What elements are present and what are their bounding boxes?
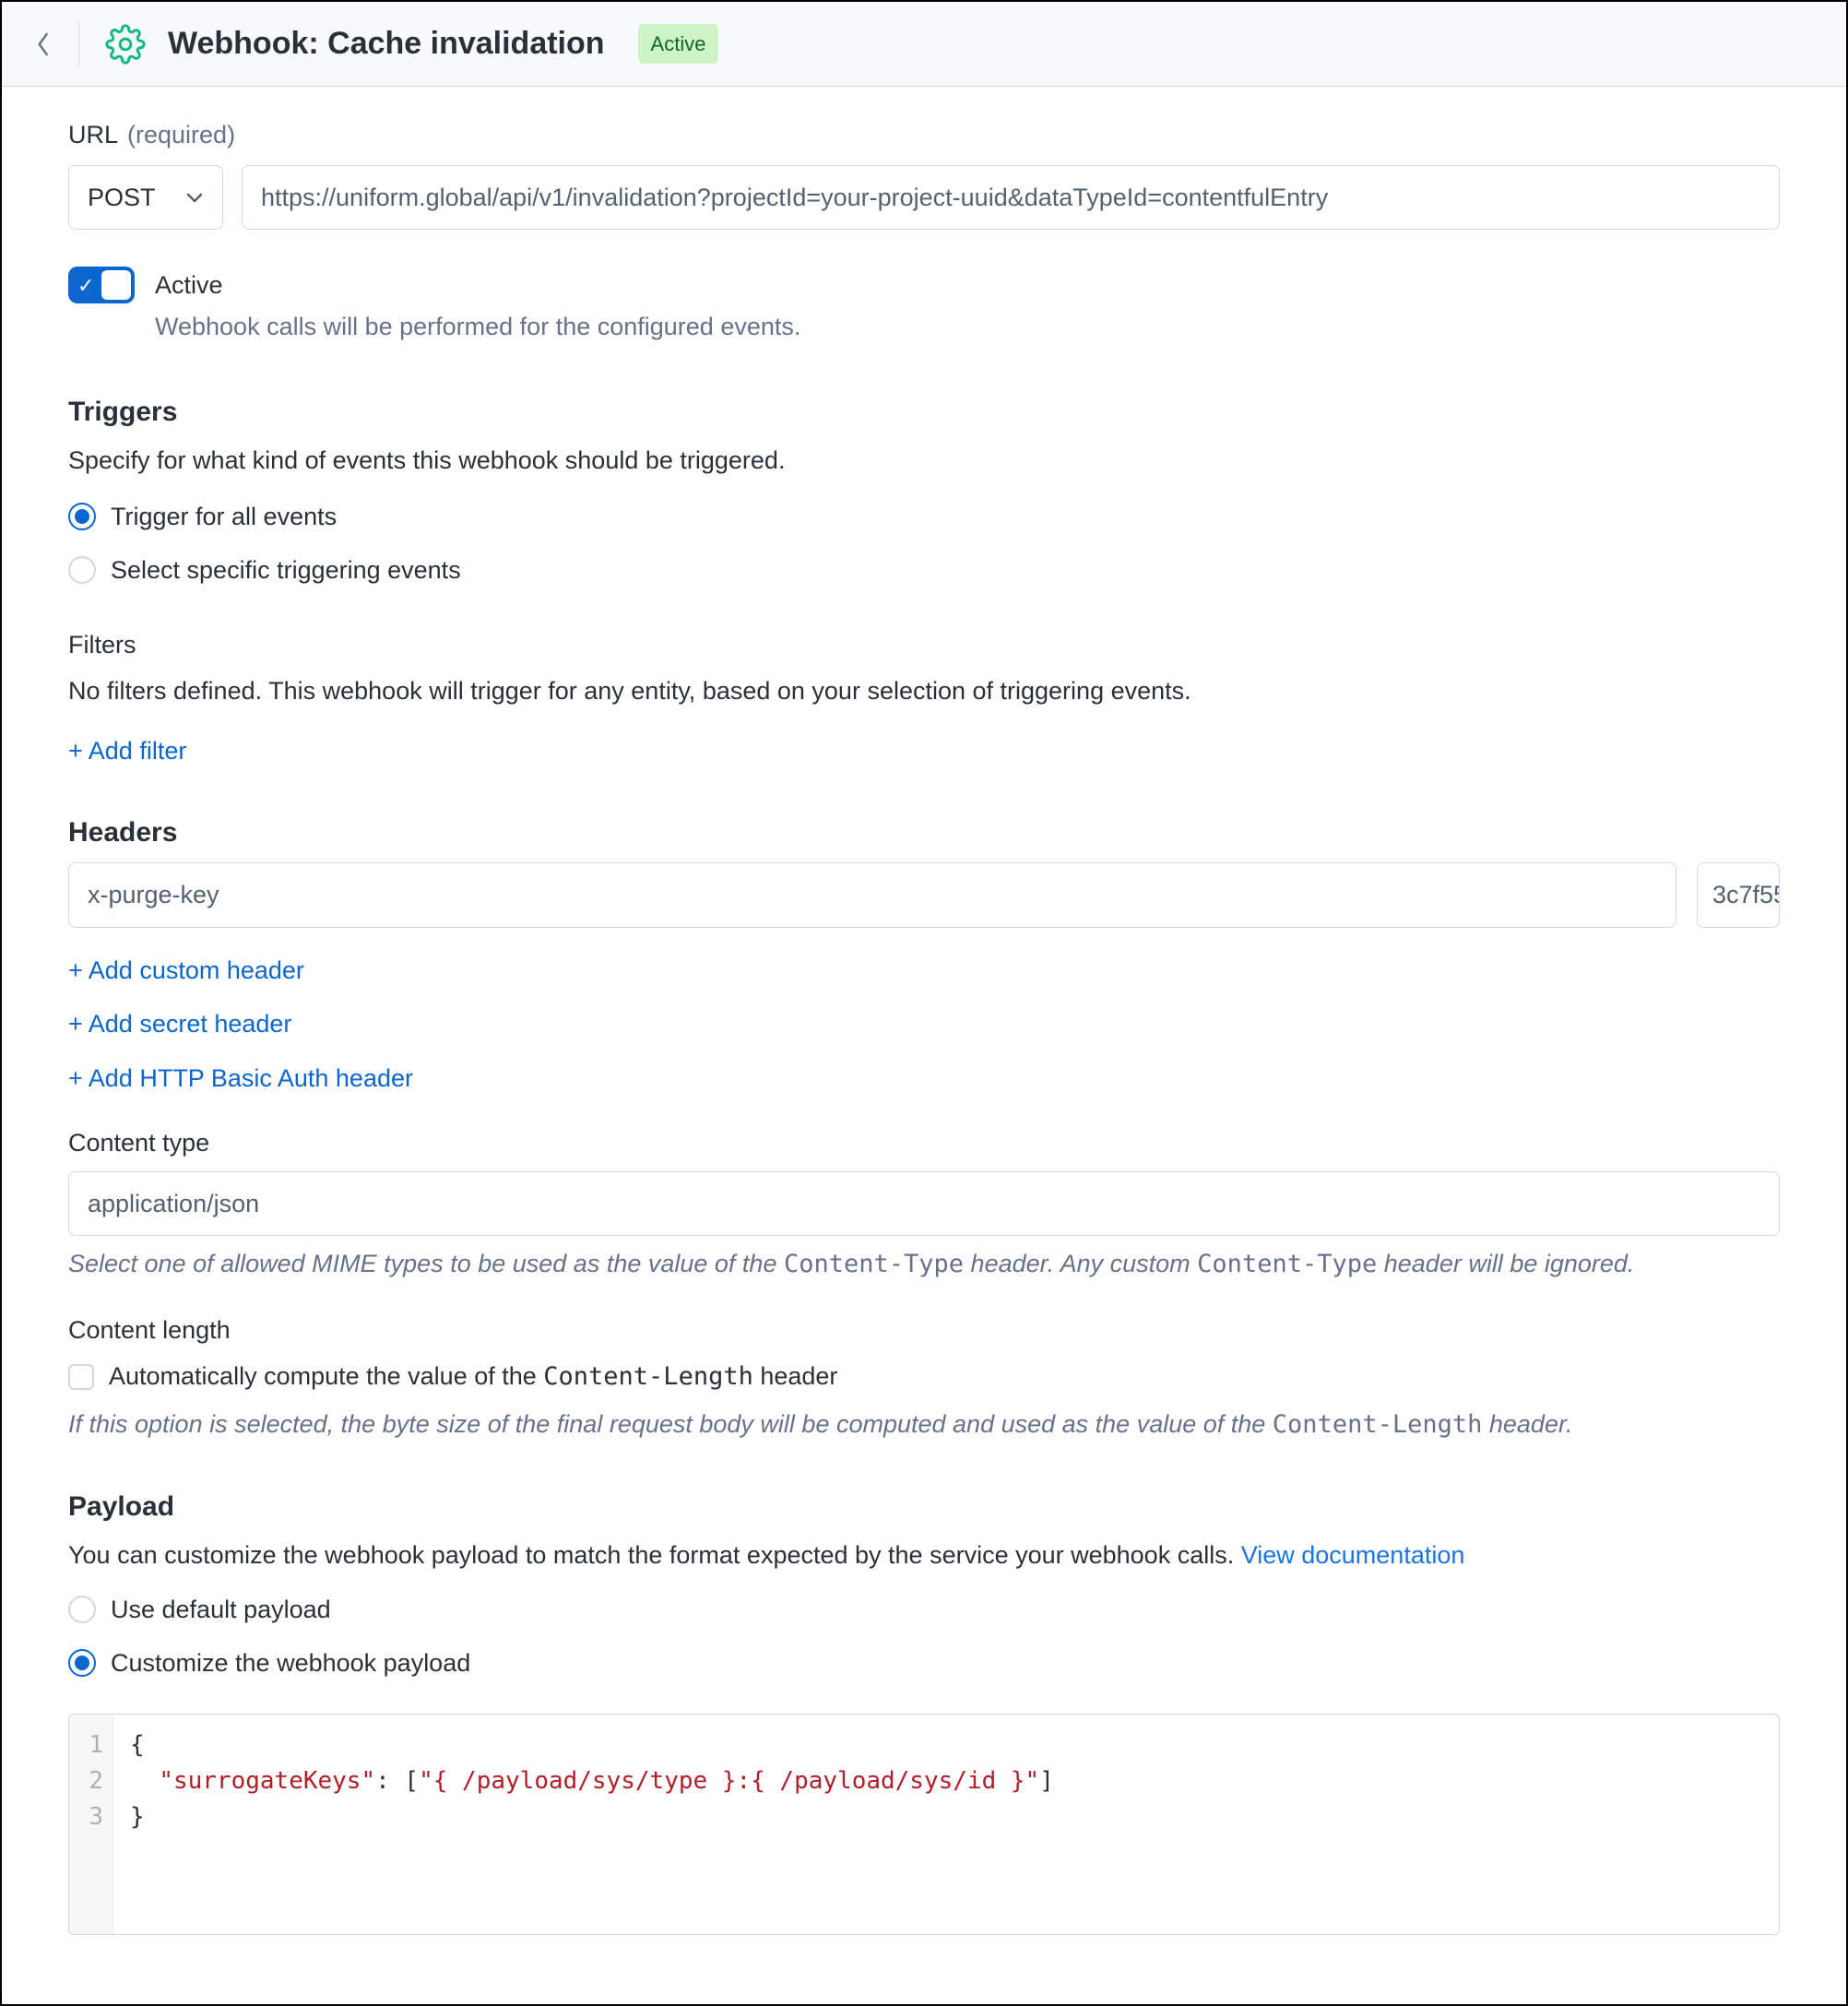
- gear-icon: [105, 24, 146, 65]
- code-gutter: 123: [69, 1715, 113, 1934]
- filters-heading: Filters: [68, 626, 1780, 664]
- active-label: Active: [155, 267, 800, 304]
- http-method-value: POST: [88, 179, 156, 217]
- page-title: Webhook: Cache invalidation: [168, 20, 605, 67]
- active-toggle[interactable]: ✓: [68, 267, 135, 303]
- checkbox-icon: [68, 1364, 94, 1390]
- radio-icon: [68, 556, 96, 584]
- content-type-label: Content type: [68, 1124, 1780, 1162]
- payload-custom-radio[interactable]: Customize the webhook payload: [68, 1644, 1780, 1682]
- check-icon: ✓: [77, 270, 94, 301]
- trigger-specific-label: Select specific triggering events: [111, 552, 461, 589]
- content-length-checkbox[interactable]: Automatically compute the value of the C…: [68, 1358, 1780, 1396]
- url-label: URL: [68, 116, 118, 154]
- content-type-select[interactable]: application/json: [68, 1171, 1780, 1237]
- radio-icon: [68, 1596, 96, 1623]
- payload-default-label: Use default payload: [111, 1591, 331, 1629]
- active-help: Webhook calls will be performed for the …: [155, 308, 800, 346]
- payload-heading: Payload: [68, 1486, 1780, 1527]
- payload-custom-label: Customize the webhook payload: [111, 1644, 470, 1682]
- header-value-input[interactable]: 3c7f55: [1697, 862, 1780, 928]
- add-secret-header-link[interactable]: + Add secret header: [68, 1005, 1780, 1043]
- triggers-heading: Triggers: [68, 391, 1780, 433]
- view-documentation-link[interactable]: View documentation: [1241, 1541, 1465, 1569]
- triggers-subheading: Specify for what kind of events this web…: [68, 442, 1780, 480]
- payload-default-radio[interactable]: Use default payload: [68, 1591, 1780, 1629]
- chevron-left-icon: [35, 28, 53, 61]
- add-basic-auth-header-link[interactable]: + Add HTTP Basic Auth header: [68, 1060, 1780, 1098]
- payload-desc: You can customize the webhook payload to…: [68, 1537, 1780, 1574]
- content-length-help: If this option is selected, the byte siz…: [68, 1406, 1780, 1444]
- headers-heading: Headers: [68, 812, 1780, 853]
- add-filter-link[interactable]: + Add filter: [68, 732, 1780, 770]
- payload-code-editor[interactable]: 123 { "surrogateKeys": ["{ /payload/sys/…: [68, 1714, 1780, 1935]
- status-badge: Active: [638, 24, 719, 64]
- back-button[interactable]: [35, 22, 79, 66]
- filters-message: No filters defined. This webhook will tr…: [68, 672, 1780, 710]
- header-key-input[interactable]: x-purge-key: [68, 862, 1676, 928]
- content-length-label: Content length: [68, 1312, 1780, 1349]
- content-type-help: Select one of allowed MIME types to be u…: [68, 1245, 1780, 1284]
- code-body: { "surrogateKeys": ["{ /payload/sys/type…: [113, 1715, 1071, 1934]
- url-input[interactable]: https://uniform.global/api/v1/invalidati…: [242, 165, 1780, 231]
- chevron-down-icon: [185, 191, 204, 204]
- url-required: (required): [127, 116, 235, 154]
- trigger-all-label: Trigger for all events: [111, 498, 337, 536]
- add-custom-header-link[interactable]: + Add custom header: [68, 952, 1780, 990]
- radio-icon: [68, 1649, 96, 1677]
- trigger-all-radio[interactable]: Trigger for all events: [68, 498, 1780, 536]
- http-method-select[interactable]: POST: [68, 165, 223, 231]
- trigger-specific-radio[interactable]: Select specific triggering events: [68, 552, 1780, 589]
- radio-icon: [68, 503, 96, 530]
